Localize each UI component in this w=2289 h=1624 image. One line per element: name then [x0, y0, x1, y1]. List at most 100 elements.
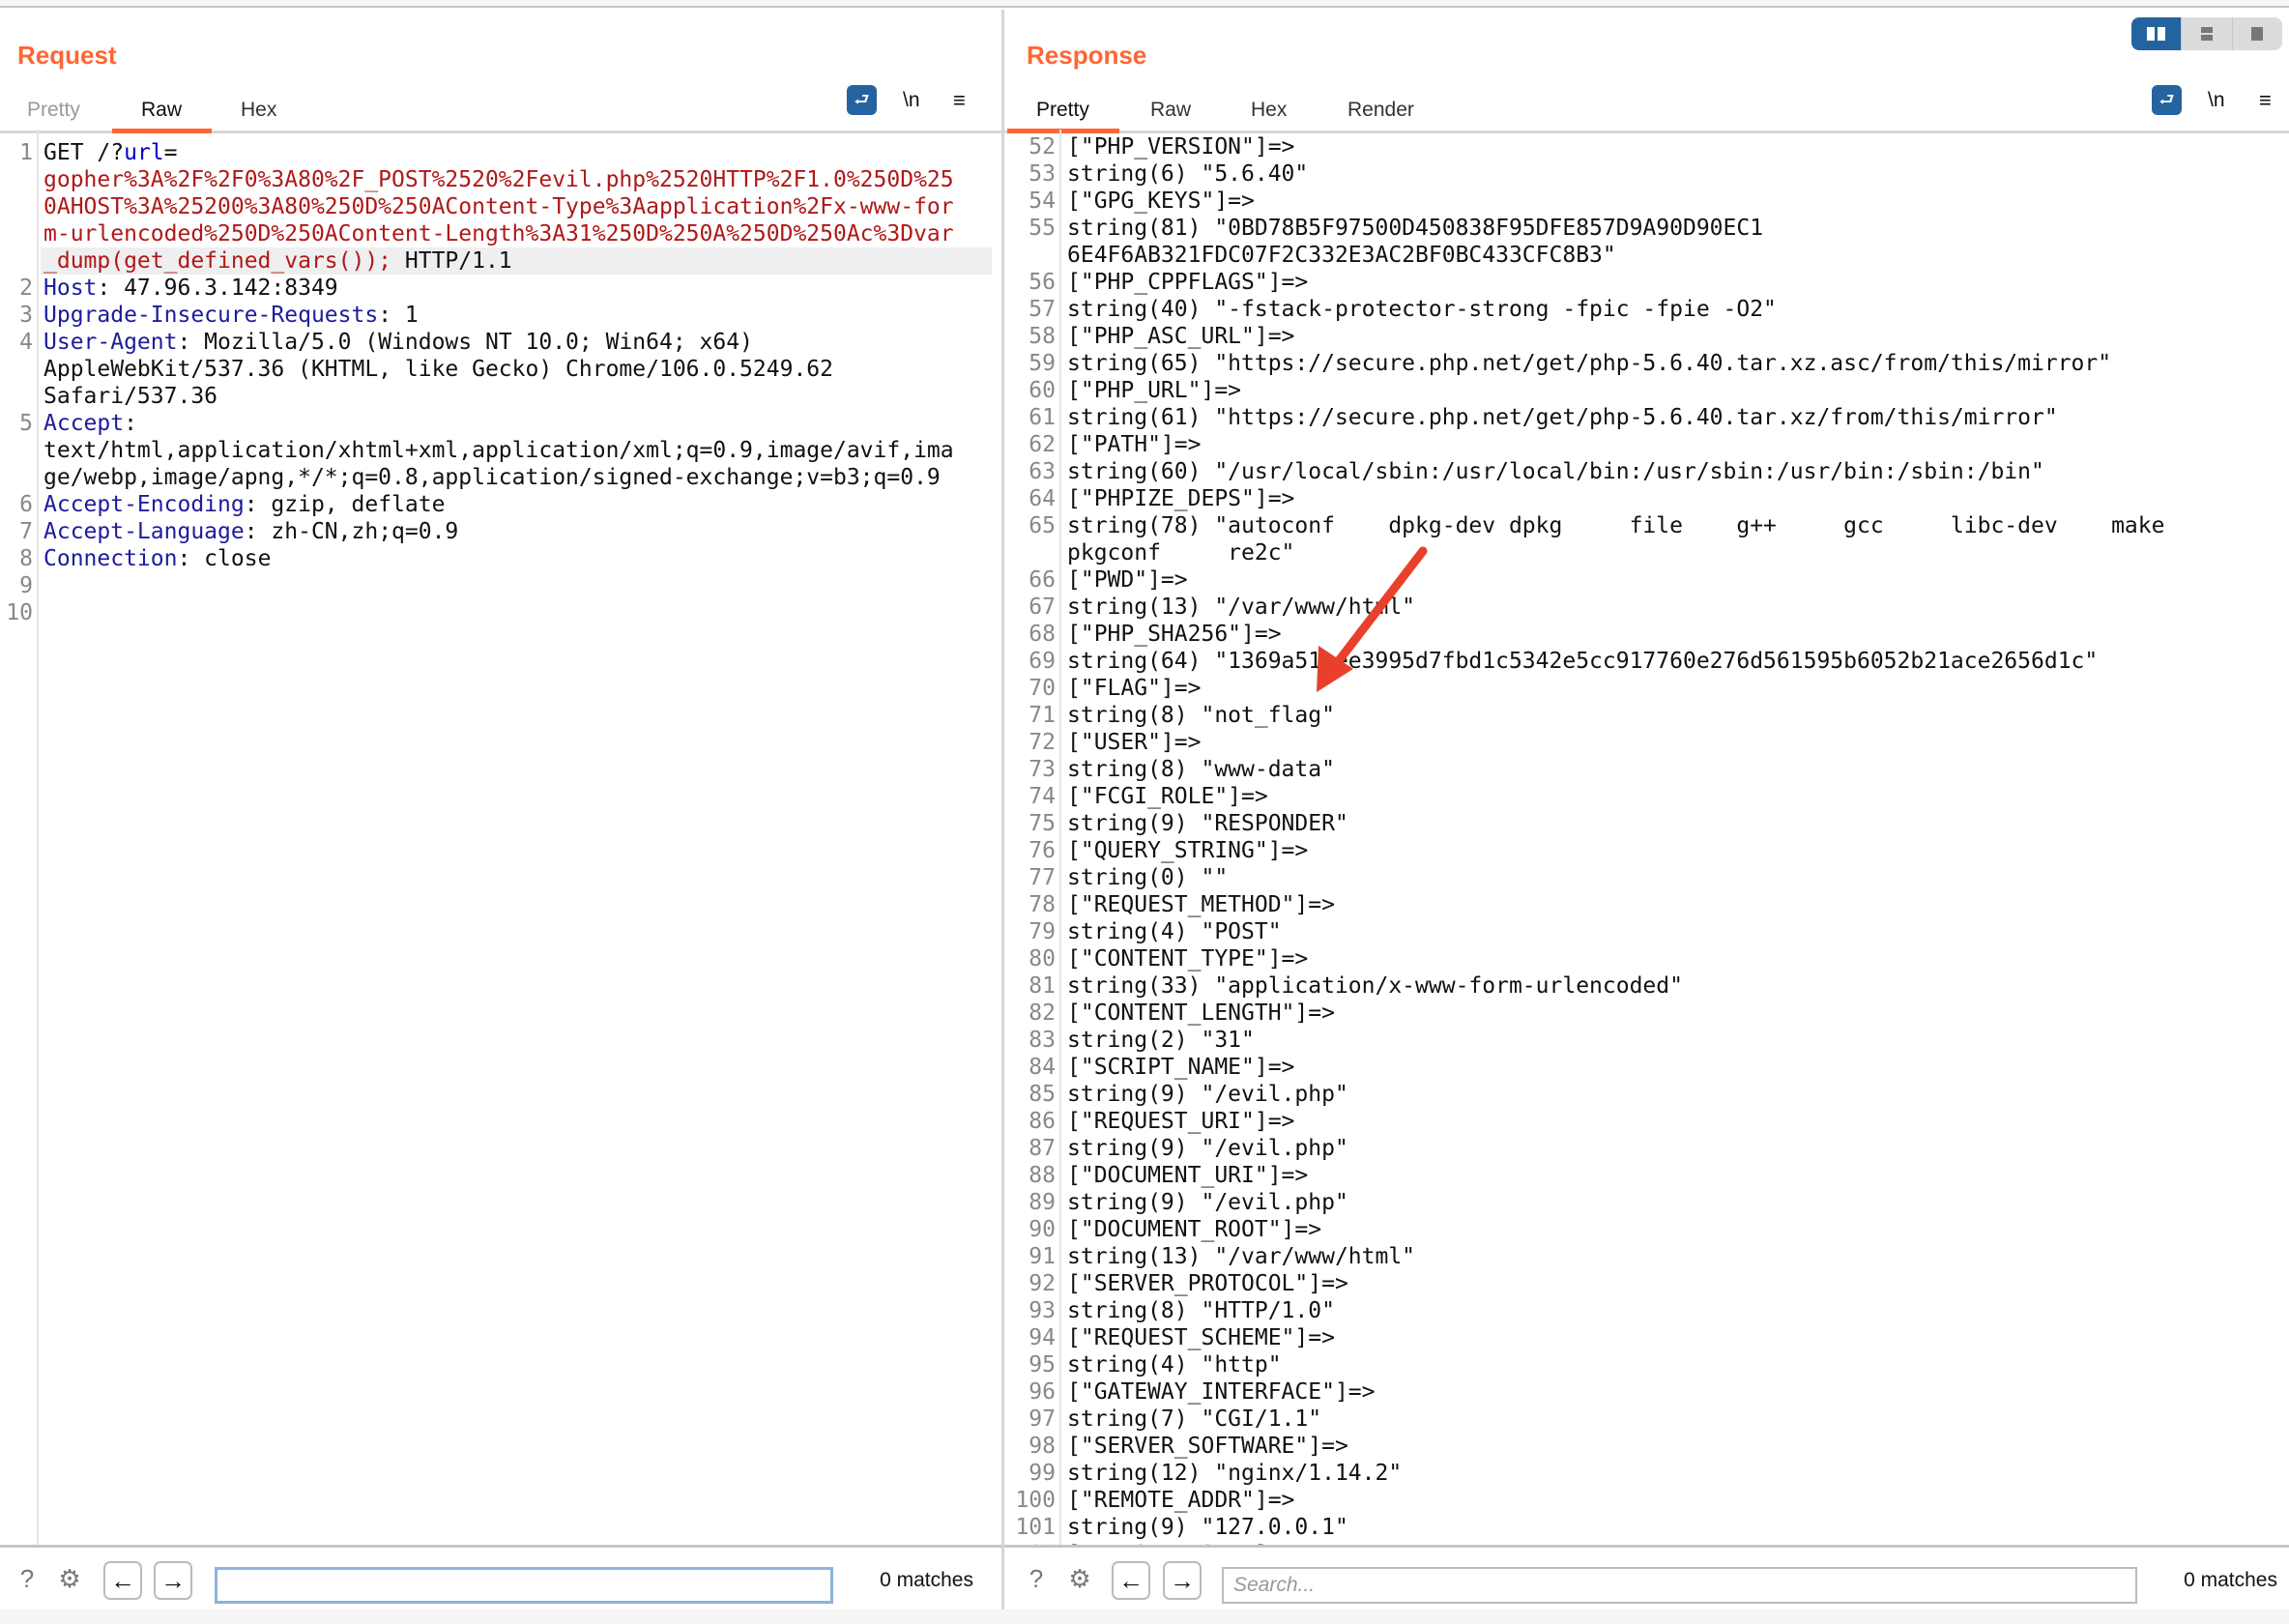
code-token: m-urlencoded%250D%250AContent-Length%3A3…: [43, 221, 954, 246]
code-token: string(4) "POST": [1067, 919, 1282, 944]
code-token: string(7) "CGI/1.1": [1067, 1406, 1322, 1432]
word-wrap-icon[interactable]: ⮐: [847, 85, 877, 115]
code-token: string(81) "0BD78B5F97500D450838F95DFE85…: [1067, 216, 1764, 241]
line-number: 4: [19, 330, 33, 355]
code-token: ["PHP_CPPFLAGS"]=>: [1067, 270, 1309, 295]
code-line: gopher%3A%2F%2F0%3A80%2F_POST%2520%2Fevi…: [0, 166, 992, 193]
line-number: 72: [1029, 730, 1056, 755]
tab-hex[interactable]: Hex: [1251, 99, 1287, 122]
line-number: 62: [1029, 432, 1056, 457]
code-token: User-Agent: [43, 330, 178, 355]
line-text: ["SERVER_SOFTWARE"]=>: [1067, 1433, 1348, 1460]
line-number: 68: [1029, 622, 1056, 647]
tab-raw[interactable]: Raw: [1150, 99, 1191, 122]
help-icon[interactable]: ?: [12, 1563, 43, 1594]
code-line: 67 string(13) "/var/www/html": [1004, 594, 2279, 621]
line-number: 76: [1029, 838, 1056, 863]
code-token: =: [163, 140, 178, 165]
next-match-button[interactable]: →: [154, 1561, 192, 1600]
line-number: 8: [19, 546, 33, 571]
menu-icon[interactable]: ≡: [2259, 85, 2272, 115]
code-token: string(9) "127.0.0.1": [1067, 1515, 1348, 1540]
request-editor[interactable]: 1 GET /?url= gopher%3A%2F%2F0%3A80%2F_POST…: [0, 130, 1001, 1545]
code-line: 94 ["REQUEST_SCHEME"]=>: [1004, 1324, 2279, 1351]
show-newlines-button[interactable]: \n: [903, 85, 920, 115]
code-token: string(8) "www-data": [1067, 757, 1335, 782]
previous-match-button[interactable]: ←: [103, 1561, 142, 1600]
code-token: Safari/537.36: [43, 384, 218, 409]
line-number: 66: [1029, 567, 1056, 593]
line-text: Accept:: [43, 410, 137, 437]
code-token: Accept: [43, 411, 125, 436]
request-pane: Request Pretty Raw Hex ⮐ \n ≡ 1 GET /?url…: [0, 10, 1001, 1610]
line-number: 55: [1029, 216, 1056, 241]
code-token: ["PHP_URL"]=>: [1067, 378, 1242, 403]
response-search-bar: ? ⚙ ← → 0 matches: [1004, 1545, 2289, 1610]
line-text: ["GPG_KEYS"]=>: [1067, 188, 1255, 215]
code-token: ["FLAG"]=>: [1067, 676, 1202, 701]
settings-gear-icon[interactable]: ⚙: [1064, 1563, 1095, 1594]
code-token: string(13) "/var/www/html": [1067, 594, 1416, 620]
code-token: string(0) "": [1067, 865, 1229, 890]
line-number: 86: [1029, 1109, 1056, 1134]
line-text: ["DOCUMENT_ROOT"]=>: [1067, 1216, 1321, 1243]
code-token: ["PATH"]=>: [1067, 432, 1202, 457]
word-wrap-icon[interactable]: ⮐: [2152, 85, 2182, 115]
line-number: 87: [1029, 1136, 1056, 1161]
code-line: _dump(get_defined_vars()); HTTP/1.1: [41, 247, 992, 275]
tab-pretty[interactable]: Pretty: [1036, 99, 1089, 122]
line-number: 59: [1029, 351, 1056, 376]
code-line: 77 string(0) "": [1004, 864, 2279, 891]
code-line: 96 ["GATEWAY_INTERFACE"]=>: [1004, 1378, 2279, 1406]
settings-gear-icon[interactable]: ⚙: [54, 1563, 85, 1594]
code-token: ["GPG_KEYS"]=>: [1067, 188, 1255, 214]
response-search-input[interactable]: [1222, 1567, 2137, 1604]
code-line: 68 ["PHP_SHA256"]=>: [1004, 621, 2279, 648]
response-pane: Response Pretty Raw Hex Render ⮐ \n ≡ 52…: [1004, 10, 2289, 1610]
line-number: 2: [19, 276, 33, 301]
code-line: 54 ["GPG_KEYS"]=>: [1004, 188, 2279, 215]
line-text: ["REQUEST_SCHEME"]=>: [1067, 1324, 1335, 1351]
line-text: string(65) "https://secure.php.net/get/p…: [1067, 350, 2111, 377]
code-line: 62 ["PATH"]=>: [1004, 431, 2279, 458]
line-number: 80: [1029, 946, 1056, 972]
line-text: ["PHP_VERSION"]=>: [1067, 133, 1294, 160]
line-number: 93: [1029, 1298, 1056, 1323]
line-text: string(9) "RESPONDER": [1067, 810, 1348, 837]
tab-render[interactable]: Render: [1347, 99, 1414, 122]
line-number: 96: [1029, 1379, 1056, 1405]
code-line: 81 string(33) "application/x-www-form-url…: [1004, 972, 2279, 1000]
line-number: 7: [19, 519, 33, 544]
code-line: 6E4F6AB321FDC07F2C332E3AC2BF0BC433CFC8B3…: [1004, 242, 2279, 269]
line-text: string(33) "application/x-www-form-urlen…: [1067, 972, 1683, 1000]
menu-icon[interactable]: ≡: [953, 85, 966, 115]
code-token: : close: [177, 546, 272, 571]
help-icon[interactable]: ?: [1021, 1563, 1052, 1594]
line-text: string(2) "31": [1067, 1027, 1255, 1054]
tab-hex[interactable]: Hex: [241, 99, 276, 122]
response-tabs: Pretty Raw Hex Render: [1004, 91, 2289, 133]
code-line: 58 ["PHP_ASC_URL"]=>: [1004, 323, 2279, 350]
line-text: string(9) "/evil.php": [1067, 1081, 1348, 1108]
code-line: 97 string(7) "CGI/1.1": [1004, 1406, 2279, 1433]
tab-raw[interactable]: Raw: [141, 99, 182, 122]
response-editor[interactable]: 52 ["PHP_VERSION"]=> 53 string(6) "5.6.40" 5…: [1004, 130, 2289, 1545]
code-line: 61 string(61) "https://secure.php.net/get…: [1004, 404, 2279, 431]
line-text: ["PHP_ASC_URL"]=>: [1067, 323, 1294, 350]
next-match-button[interactable]: →: [1163, 1561, 1202, 1600]
code-token: string(64) "1369a51eee3995d7fbd1c5342e5c…: [1067, 649, 2099, 674]
code-token: ["PHP_ASC_URL"]=>: [1067, 324, 1295, 349]
line-text: ["PHPIZE_DEPS"]=>: [1067, 485, 1294, 512]
code-token: ["DOCUMENT_URI"]=>: [1067, 1163, 1309, 1188]
code-token: ["QUERY_STRING"]=>: [1067, 838, 1309, 863]
arrow-left-icon: ←: [110, 1566, 135, 1595]
code-token: string(9) "/evil.php": [1067, 1082, 1348, 1107]
show-newlines-button[interactable]: \n: [2208, 85, 2225, 115]
code-token: string(13) "/var/www/html": [1067, 1244, 1416, 1269]
request-search-input[interactable]: [215, 1567, 833, 1604]
code-token: string(4) "http": [1067, 1352, 1282, 1378]
tab-pretty[interactable]: Pretty: [27, 99, 80, 122]
previous-match-button[interactable]: ←: [1112, 1561, 1150, 1600]
code-token: Accept-Language: [43, 519, 245, 544]
line-text: Accept-Encoding: gzip, deflate: [43, 491, 445, 518]
